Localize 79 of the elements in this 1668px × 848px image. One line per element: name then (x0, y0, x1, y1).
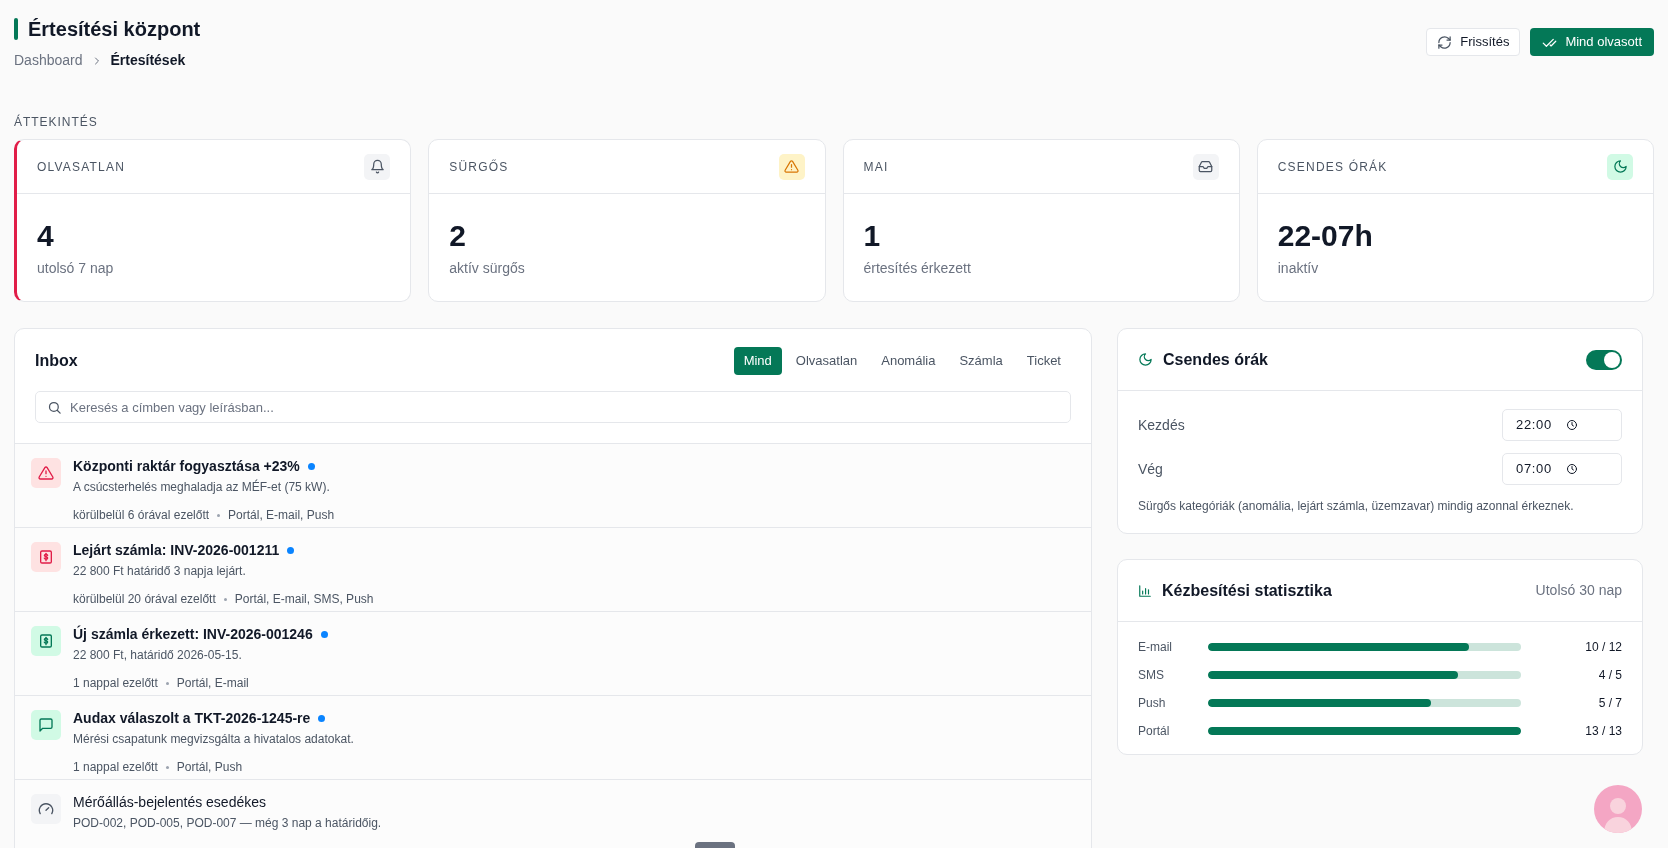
chat-icon (38, 717, 54, 733)
breadcrumb-item[interactable]: Dashboard (14, 50, 83, 71)
notification-title: Új számla érkezett: INV-2026-001246 (73, 624, 313, 644)
time-field[interactable]: 07:00 (1502, 453, 1622, 485)
notification-time: 1 nappal ezelőtt (73, 759, 158, 776)
time-field[interactable]: 22:00 (1502, 409, 1622, 441)
channel-label: Portál (1138, 723, 1171, 740)
filter-tab[interactable]: Anomália (871, 347, 946, 375)
card-label: OLVASATLAN (37, 158, 126, 176)
note-text: Sürgős kategóriák (anomália, lejárt számla, üzemzavar) mindig azonnal érkeznek. (1138, 498, 1575, 515)
card-label: SÜRGŐS (449, 158, 509, 176)
clock-icon (1565, 463, 1578, 475)
filter-tab[interactable]: Számla (949, 347, 1013, 375)
card-label: MAI (863, 158, 889, 176)
notification-title: Mérőállás-bejelentés esedékes (73, 793, 266, 812)
stat-caption: értesítés érkezett (863, 259, 972, 278)
filter-tab[interactable]: Olvasatlan (785, 347, 868, 375)
dollar-document-icon (38, 549, 54, 565)
time-value: 07:00 (1516, 460, 1552, 479)
stat-value: 1 (863, 218, 882, 254)
bell-icon (369, 159, 385, 174)
notification-channels: Portál, E-mail, SMS, Push (234, 591, 374, 608)
section-heading: ÁTTEKINTÉS (14, 113, 99, 131)
notification-description: Mérési csapatunk megvizsgálta a hivatalos adatokat. (73, 731, 354, 748)
card-label: CSENDES ÓRÁK (1277, 158, 1388, 176)
stat-reading: 5 / 7 (1597, 695, 1622, 712)
warning-icon (38, 465, 54, 481)
avatar[interactable] (1594, 785, 1642, 833)
stat-value: 4 (37, 218, 55, 254)
time-value: 22:00 (1516, 416, 1552, 435)
stat-caption: inaktív (1277, 259, 1320, 278)
refresh-icon (1437, 34, 1453, 50)
notification-time: körülbelül 6 órával ezelőtt (73, 507, 210, 524)
page-title: Értesítési központ (28, 17, 201, 42)
notification-description: POD-002, POD-005, POD-007 — még 3 nap a határidőig. (73, 815, 382, 832)
bar-chart-icon (1138, 583, 1152, 598)
filter-tab[interactable]: Ticket (1016, 347, 1071, 375)
channel-label: Push (1138, 695, 1167, 712)
stat-caption: utolsó 7 nap (37, 259, 115, 278)
drag-handle[interactable] (695, 842, 735, 848)
panel-title: Csendes órák (1163, 349, 1268, 370)
moon-icon (1138, 352, 1153, 367)
search-field[interactable]: Keresés a címben vagy leírásban... (35, 391, 1071, 423)
notification-title: Lejárt számla: INV-2026-001211 (73, 541, 280, 560)
notification-channels: Portál, Push (176, 759, 243, 776)
notification-description: A csúcsterhelés meghaladja az MÉF-et (75 kW). (73, 478, 331, 496)
refresh-button[interactable]: Frissítés (1426, 28, 1521, 56)
notification-description: 22 800 Ft határidő 3 napja lejárt. (73, 563, 247, 580)
stat-value: 2 (449, 218, 467, 254)
dollar-document-icon (38, 633, 54, 649)
field-label: Kezdés (1138, 415, 1185, 435)
field-label: Vég (1138, 459, 1163, 479)
search-icon (47, 400, 62, 415)
panel-title: Kézbesítési statisztika (1162, 580, 1332, 601)
clock-icon (1565, 419, 1578, 431)
notification-channels: Portál, E-mail, Push (228, 507, 335, 524)
breadcrumb-item: Értesítések (110, 51, 186, 70)
notification-title: Audax válaszolt a TKT-2026-1245-re (73, 709, 311, 728)
notification-channels: Portál, E-mail (176, 675, 249, 692)
notification-time: 1 nappal ezelőtt (73, 675, 158, 692)
stat-reading: 4 / 5 (1597, 667, 1622, 684)
moon-icon (1612, 159, 1628, 174)
warning-icon (784, 159, 799, 174)
gauge-icon (38, 801, 54, 817)
notification-time: körülbelül 20 órával ezelőtt (73, 591, 216, 608)
stat-caption: aktív sürgős (449, 259, 526, 278)
period-label: Utolsó 30 nap (1535, 581, 1622, 600)
mark-all-read-button[interactable]: Mind olvasott (1530, 28, 1654, 56)
stat-reading: 13 / 13 (1584, 723, 1622, 740)
notification-title: Központi raktár fogyasztása +23% (73, 457, 300, 476)
channel-label: E-mail (1138, 639, 1173, 656)
toggle-switch[interactable] (1586, 349, 1622, 370)
stat-value: 22-07h (1277, 218, 1374, 254)
panel-title: Inbox (35, 351, 78, 371)
filter-tab[interactable]: Mind (733, 347, 782, 375)
stat-reading: 10 / 12 (1584, 639, 1622, 656)
notification-description: 22 800 Ft, határidő 2026-05-15. (73, 647, 243, 664)
inbox-icon (1198, 159, 1214, 174)
channel-label: SMS (1138, 667, 1165, 684)
